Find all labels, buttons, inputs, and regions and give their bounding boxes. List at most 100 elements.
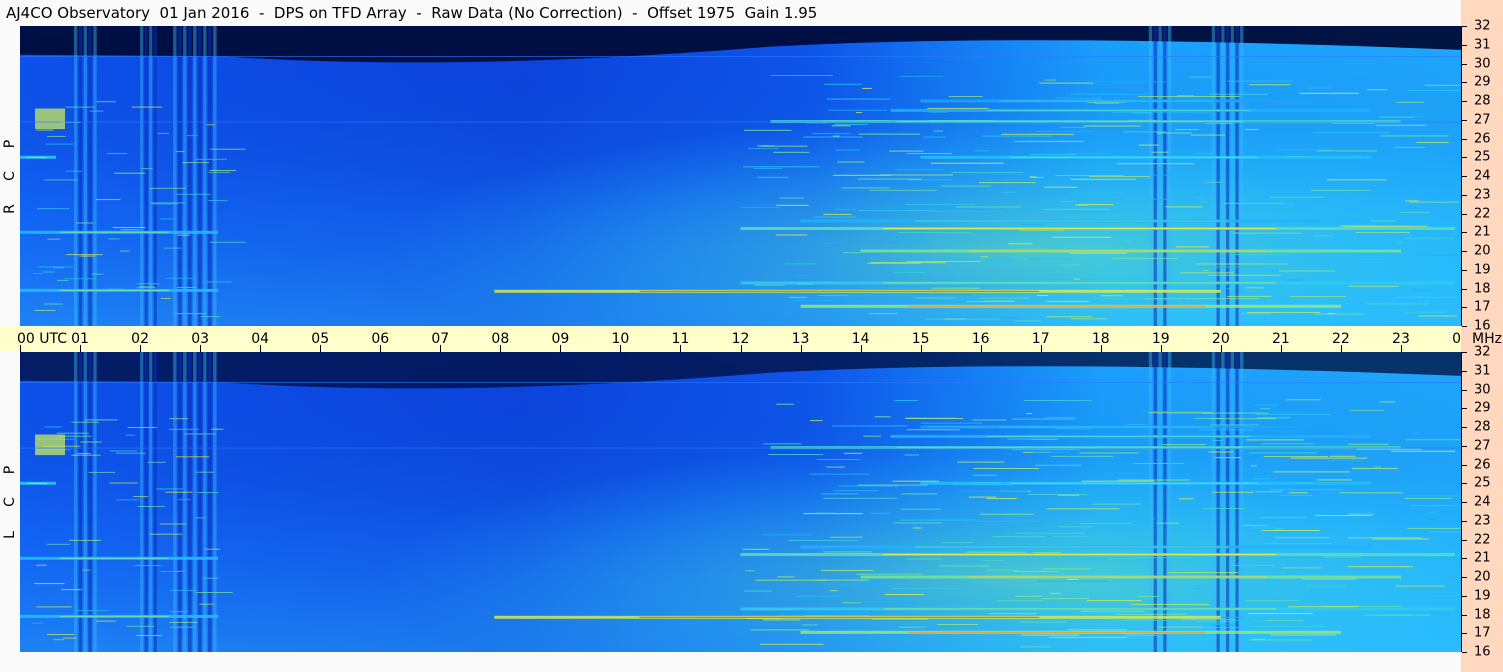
signal-streak	[36, 129, 54, 131]
signal-streak	[975, 150, 989, 152]
time-tick	[440, 345, 442, 352]
signal-streak	[937, 624, 978, 625]
signal-streak	[1251, 465, 1258, 467]
signal-streak	[36, 564, 47, 566]
interference-column	[1216, 26, 1220, 326]
lcp-spectrogram-svg	[20, 352, 1461, 652]
time-tick	[200, 345, 202, 352]
signal-streak	[793, 299, 864, 301]
signal-streak	[1069, 252, 1128, 254]
interference-column	[198, 26, 202, 326]
signal-streak	[109, 482, 138, 484]
signal-streak	[76, 453, 91, 454]
frequency-tick	[1462, 213, 1467, 215]
signal-streak	[151, 203, 178, 205]
signal-streak	[1395, 101, 1424, 103]
signal-streak	[863, 435, 881, 437]
signal-streak	[76, 222, 94, 224]
signal-streak	[209, 241, 246, 243]
interference-column	[1230, 352, 1234, 652]
signal-streak	[879, 174, 953, 176]
signal-streak	[822, 242, 843, 244]
signal-streak	[1124, 634, 1158, 636]
signal-streak	[1403, 311, 1447, 313]
signal-streak	[1287, 204, 1295, 205]
interference-column	[213, 352, 217, 652]
frequency-tick	[1462, 269, 1467, 271]
signal-streak	[821, 569, 874, 571]
frequency-tick-label: 21	[1474, 550, 1491, 566]
signal-streak	[1390, 450, 1455, 452]
signal-streak	[1145, 198, 1199, 200]
signal-streak	[120, 250, 130, 252]
signal-streak	[1405, 439, 1461, 441]
signal-streak	[1411, 293, 1439, 295]
signal-streak	[1015, 320, 1042, 322]
signal-streak	[106, 153, 128, 154]
interference-column	[1153, 352, 1157, 652]
signal-streak	[1202, 270, 1209, 271]
signal-streak	[1252, 638, 1266, 640]
interference-column	[140, 26, 144, 326]
signal-streak	[1290, 296, 1346, 298]
signal-streak	[1250, 626, 1326, 627]
signal-streak	[57, 279, 69, 281]
signal-streak	[1413, 289, 1433, 291]
signal-streak	[1351, 467, 1398, 469]
signal-streak	[1066, 152, 1111, 154]
rcp-spectrogram-svg	[20, 26, 1461, 326]
signal-streak	[899, 519, 977, 521]
interference-column	[1240, 26, 1244, 326]
signal-streak	[1241, 313, 1271, 315]
signal-streak	[1032, 451, 1070, 453]
signal-streak	[789, 296, 807, 298]
frequency-tick-label: 31	[1474, 37, 1491, 53]
interference-column	[1230, 26, 1234, 326]
signal-streak	[1264, 543, 1332, 544]
interference-column	[208, 26, 212, 326]
signal-streak	[71, 454, 101, 456]
signal-streak	[773, 151, 810, 153]
interference-column	[83, 352, 87, 652]
signal-streak	[1368, 284, 1429, 286]
frequency-tick	[1462, 389, 1467, 391]
signal-streak	[951, 172, 1023, 174]
interference-column	[144, 26, 148, 326]
signal-streak	[1115, 613, 1186, 615]
signal-streak	[1079, 452, 1140, 454]
signal-streak	[1100, 295, 1123, 297]
time-tick	[1220, 345, 1222, 352]
signal-streak	[1406, 495, 1461, 497]
interference-column	[178, 352, 182, 652]
signal-streak	[1067, 579, 1079, 580]
frequency-tick-label: 27	[1474, 438, 1491, 454]
signal-streak	[862, 87, 872, 89]
signal-streak	[138, 286, 155, 288]
signal-streak	[79, 255, 95, 257]
signal-streak	[878, 242, 923, 244]
signal-band-core	[908, 631, 1206, 633]
signal-streak	[1178, 498, 1194, 500]
interference-column	[88, 352, 92, 652]
horizontal-line	[20, 121, 1461, 123]
signal-streak	[202, 577, 219, 579]
signal-streak	[966, 301, 1010, 302]
signal-streak	[1427, 511, 1438, 513]
signal-streak	[89, 110, 104, 112]
interference-column	[1221, 352, 1225, 652]
signal-streak	[1273, 471, 1350, 473]
signal-streak	[1162, 444, 1207, 446]
signal-streak	[1168, 313, 1185, 315]
signal-streak	[1302, 186, 1354, 188]
signal-streak	[91, 273, 104, 275]
time-tick	[680, 345, 682, 352]
signal-streak	[814, 216, 857, 218]
signal-band-core	[639, 290, 1040, 292]
signal-streak	[1001, 133, 1074, 135]
signal-streak	[88, 471, 116, 473]
signal-streak	[175, 151, 185, 153]
signal-streak	[1184, 298, 1259, 300]
signal-streak	[66, 254, 103, 256]
signal-streak	[1156, 522, 1179, 524]
signal-streak	[1227, 80, 1294, 82]
